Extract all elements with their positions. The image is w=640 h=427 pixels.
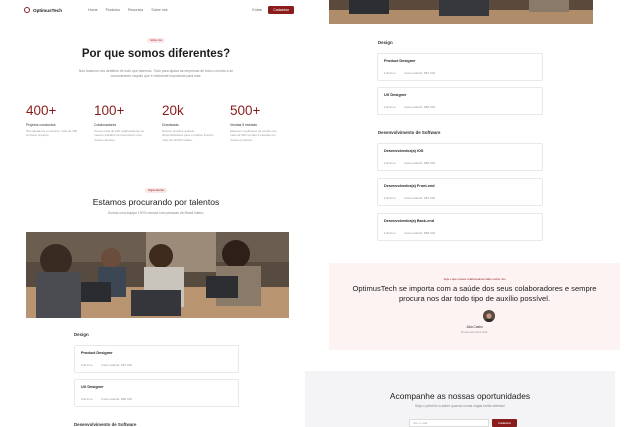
- job-salary: Faixa salarial: R$8.000: [404, 231, 436, 235]
- about-eyebrow-badge: Sobre nós: [147, 38, 165, 43]
- top-nav: OptimusTech Home Produtos Recursos Sobre…: [24, 4, 294, 16]
- newsletter-section: Acompanhe as nossas oportunidades Seja o…: [305, 371, 615, 427]
- job-title: Product Designer: [81, 351, 113, 355]
- jobs-group-software-title: Desenvolvimento de Software: [378, 130, 441, 135]
- newsletter-subtitle: Seja o primeiro a saber quando novas vag…: [415, 404, 505, 408]
- jobs-group-design-title: Design: [74, 332, 89, 337]
- job-card[interactable]: Desenvolvedor(a) Back-end Full-time Faix…: [377, 213, 543, 241]
- testimonial-eyebrow: Veja o que nossos colaboradores falam so…: [443, 277, 506, 281]
- job-type: Full-time: [81, 397, 93, 401]
- job-title: Desenvolvedor(a) Back-end: [384, 219, 435, 223]
- nav-links: Home Produtos Recursos Sobre nós: [88, 8, 168, 12]
- job-meta: Full-time Faixa salarial: R$7.000: [81, 363, 132, 367]
- newsletter-title: Acompanhe as nossas oportunidades: [389, 391, 531, 401]
- job-meta: Full-time Faixa salarial: R$7.000: [384, 71, 435, 75]
- nav-link-sobre[interactable]: Sobre nós: [151, 8, 167, 12]
- jobs-group-software-title: Desenvolvimento de Software: [74, 422, 137, 427]
- job-salary: Faixa salarial: R$7.000: [404, 71, 436, 75]
- avatar-illustration: [483, 311, 495, 322]
- job-meta: Full-time Faixa salarial: R$8.000: [384, 231, 435, 235]
- job-salary: Faixa salarial: R$7.000: [101, 363, 133, 367]
- job-salary: Faixa salarial: R$6.000: [404, 105, 436, 109]
- newsletter-signup-button[interactable]: Cadastrar: [492, 419, 517, 427]
- job-salary: Faixa salarial: R$8.000: [404, 161, 436, 165]
- stat-description: Estamos orgulhosos de contar com mais de…: [230, 129, 278, 142]
- left-page: OptimusTech Home Produtos Recursos Sobre…: [0, 0, 312, 427]
- team-photo-cropped: [329, 0, 593, 24]
- stat-value: 100+: [94, 103, 125, 118]
- stat-label: Colaboradores: [94, 123, 117, 127]
- brand-name: OptimusTech: [33, 7, 63, 13]
- job-card[interactable]: Product Designer Full-time Faixa salaria…: [74, 345, 239, 373]
- careers-lead: Somos uma equipe 100% remota com pessoas…: [107, 211, 205, 215]
- stat-value: 20k: [162, 103, 184, 118]
- brand-logo[interactable]: OptimusTech: [24, 7, 62, 13]
- careers-title: Estamos procurando por talentos: [92, 197, 220, 207]
- team-photo-illustration: [26, 232, 289, 318]
- nav-link-produtos[interactable]: Produtos: [106, 8, 120, 12]
- stat-downloads: 20k Downloads Nossos projetos quando dis…: [162, 104, 216, 142]
- login-link[interactable]: Entrar: [252, 8, 262, 12]
- stat-label: Vendas 5 estrelas: [230, 123, 257, 127]
- testimonial-card: Veja o que nossos colaboradores falam so…: [329, 263, 620, 350]
- job-meta: Full-time Faixa salarial: R$7.000: [384, 196, 435, 200]
- team-photo-illustration: [329, 0, 593, 24]
- job-title: UX Designer: [81, 385, 104, 389]
- job-meta: Full-time Faixa salarial: R$6.000: [384, 105, 435, 109]
- email-field[interactable]: Seu e-mail: [409, 419, 489, 427]
- team-photo: [26, 232, 289, 318]
- job-card[interactable]: UX Designer Full-time Faixa salarial: R$…: [377, 87, 543, 115]
- job-type: Full-time: [384, 105, 396, 109]
- job-title: Desenvolvedor(a) Front-end: [384, 184, 435, 188]
- job-salary: Faixa salarial: R$6.000: [101, 397, 133, 401]
- nav-link-recursos[interactable]: Recursos: [128, 8, 143, 12]
- job-title: UX Designer: [384, 93, 407, 97]
- stat-collaborators: 100+ Colaboradores Temos mais de 100 col…: [94, 104, 148, 142]
- job-type: Full-time: [384, 161, 396, 165]
- stats-row: 400+ Projetos concluídos Nós ajudamos a …: [26, 104, 290, 142]
- right-page: Design Product Designer Full-time Faixa …: [300, 0, 640, 427]
- stat-description: Nossos projetos quando disponibilizados …: [162, 129, 214, 142]
- job-salary: Faixa salarial: R$7.000: [404, 196, 436, 200]
- stat-projects: 400+ Projetos concluídos Nós ajudamos a …: [26, 104, 80, 142]
- job-type: Full-time: [384, 231, 396, 235]
- about-lead: Nós focamos nos detalhes de tudo que faz…: [78, 69, 234, 78]
- stat-label: Projetos concluídos: [26, 123, 56, 127]
- job-title: Desenvolvedor(a) iOS: [384, 149, 424, 153]
- job-card[interactable]: Product Designer Full-time Faixa salaria…: [377, 53, 543, 81]
- stat-value: 500+: [230, 103, 261, 118]
- job-meta: Full-time Faixa salarial: R$8.000: [384, 161, 435, 165]
- job-card[interactable]: UX Designer Full-time Faixa salarial: R$…: [74, 379, 239, 407]
- job-card[interactable]: Desenvolvedor(a) iOS Full-time Faixa sal…: [377, 143, 543, 171]
- stat-description: Temos mais de 100 colaboradores no mesmo…: [94, 129, 145, 142]
- job-title: Product Designer: [384, 59, 416, 63]
- job-type: Full-time: [384, 71, 396, 75]
- stat-description: Nós ajudamos a construir mais de 400 inc…: [26, 129, 78, 138]
- job-meta: Full-time Faixa salarial: R$6.000: [81, 397, 132, 401]
- job-card[interactable]: Desenvolvedor(a) Front-end Full-time Fai…: [377, 178, 543, 206]
- testimonial-quote: OptimusTech se importa com a saúde dos s…: [352, 284, 597, 303]
- jobs-group-design-title: Design: [378, 40, 393, 45]
- testimonial-author-role: Desenvolvedora Web: [461, 330, 488, 334]
- nav-link-home[interactable]: Home: [88, 8, 98, 12]
- avatar: [483, 310, 495, 322]
- stat-five-star: 500+ Vendas 5 estrelas Estamos orgulhoso…: [230, 104, 284, 142]
- about-title: Por que somos diferentes?: [81, 48, 231, 60]
- careers-eyebrow-badge: Vagas abertas: [144, 188, 168, 193]
- job-type: Full-time: [81, 363, 93, 367]
- stat-label: Downloads: [162, 123, 179, 127]
- signup-button[interactable]: Cadastrar: [268, 6, 294, 14]
- logo-icon: [24, 7, 30, 13]
- testimonial-author-name: Júlia Castro: [466, 325, 483, 329]
- stat-value: 400+: [26, 103, 57, 118]
- job-type: Full-time: [384, 196, 396, 200]
